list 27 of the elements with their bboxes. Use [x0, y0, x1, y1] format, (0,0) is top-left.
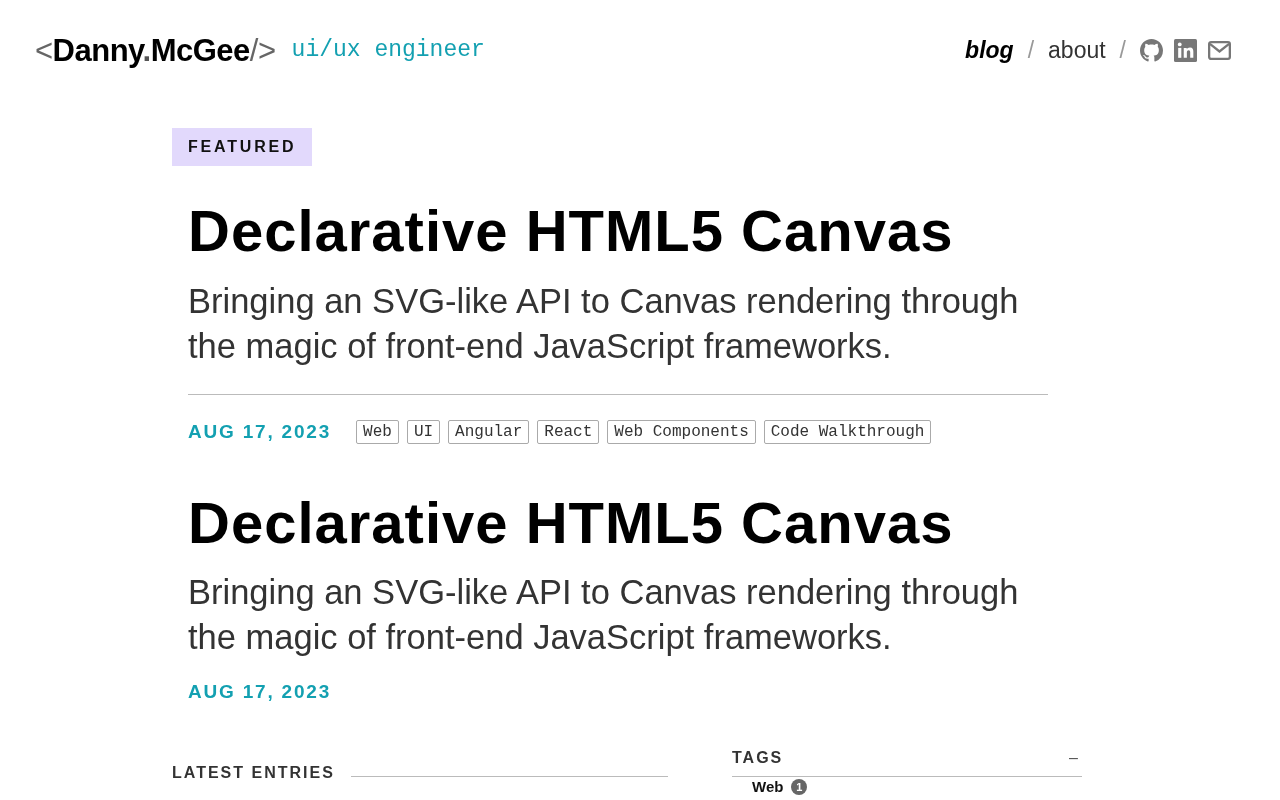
- tag-chip[interactable]: Web Components: [607, 419, 756, 444]
- post-subtitle: Bringing an SVG-like API to Canvas rendering through the magic of front-end JavaScript frameworks.: [188, 572, 1020, 659]
- nav-separator: /: [1119, 38, 1126, 62]
- post-subtitle: Bringing an SVG-like API to Canvas rendering through the magic of front-end JavaScript frameworks.: [188, 280, 1020, 367]
- tag-chip[interactable]: Web: [356, 419, 399, 444]
- count-badge: 1: [791, 779, 808, 796]
- linkedin-icon[interactable]: [1174, 38, 1197, 62]
- collapse-toggle[interactable]: –: [1069, 748, 1078, 769]
- site-logo[interactable]: <Danny.McGee/>: [35, 34, 276, 66]
- nav-separator: /: [1027, 38, 1035, 62]
- tag-chip[interactable]: React: [537, 419, 600, 444]
- mail-icon[interactable]: [1208, 38, 1231, 62]
- section-heading: LATEST ENTRIES: [172, 763, 335, 784]
- nav-link[interactable]: blog: [965, 38, 1014, 62]
- tag-chip[interactable]: Angular: [448, 419, 530, 444]
- featured-label: FEATURED: [172, 128, 313, 166]
- post-title[interactable]: Declarative HTML5 Canvas: [188, 196, 1048, 266]
- section-heading: TAGS: [732, 748, 784, 769]
- tagline: ui/ux engineer: [291, 38, 485, 62]
- tag-chip[interactable]: Code Walkthrough: [763, 419, 932, 444]
- tag-link[interactable]: Web: [752, 779, 784, 796]
- github-icon[interactable]: [1140, 38, 1163, 62]
- post-date: AUG 17, 2023: [188, 419, 332, 444]
- post-date: AUG 17, 2023: [188, 680, 332, 705]
- tag-chip[interactable]: UI: [406, 419, 441, 444]
- nav-link[interactable]: about: [1048, 38, 1106, 62]
- post-title[interactable]: Declarative HTML5 Canvas: [188, 487, 1048, 558]
